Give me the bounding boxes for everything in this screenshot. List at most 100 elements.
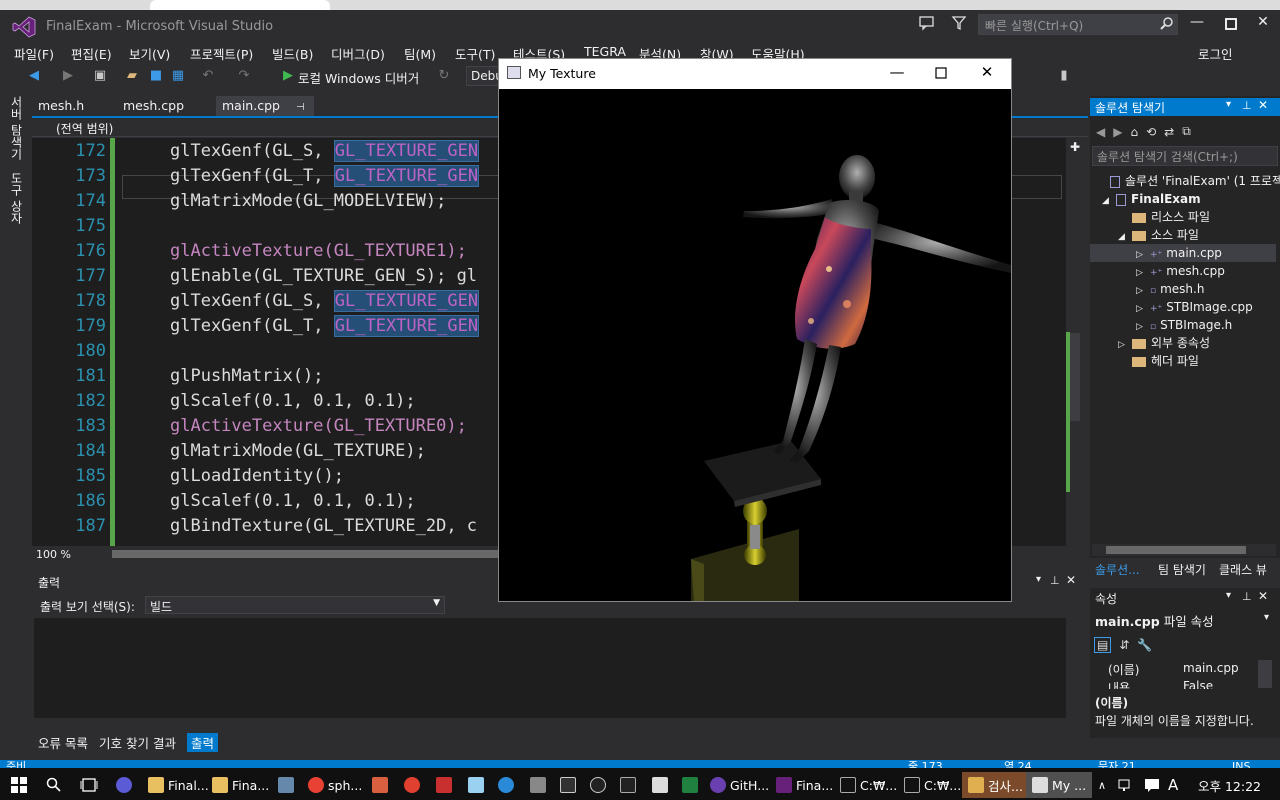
tree-file-mesh-cpp[interactable]: ▷ +⁺ mesh.cpp bbox=[1136, 262, 1225, 280]
task-view-icon[interactable] bbox=[80, 772, 98, 798]
tab-solution-explorer[interactable]: 솔루션... bbox=[1095, 561, 1140, 578]
tab-main-cpp[interactable]: main.cpp ⊣ ✕ bbox=[216, 96, 314, 128]
maximize-button[interactable] bbox=[1220, 14, 1242, 34]
tree-solution-node[interactable]: 솔루션 'FinalExam' (1 프로젝 bbox=[1096, 172, 1280, 190]
login-link[interactable]: 로그인 bbox=[1198, 44, 1233, 63]
taskbar-item-my-texture[interactable]: My ... bbox=[1026, 772, 1093, 798]
collapse-all-icon[interactable]: ⧉ bbox=[1182, 124, 1191, 139]
minimize-button[interactable]: — bbox=[1186, 14, 1208, 34]
sync-icon[interactable]: ⟲ bbox=[1146, 125, 1156, 139]
scope-select[interactable]: (전역 범위) bbox=[56, 120, 113, 137]
tree-folder-headers[interactable]: 헤더 파일 bbox=[1118, 352, 1199, 370]
expand-caret-icon[interactable]: ◢ bbox=[1102, 192, 1116, 210]
undo-icon[interactable]: ↶ bbox=[200, 68, 216, 84]
taskbar-item-cmd-2[interactable]: C:₩... bbox=[904, 772, 961, 798]
taskbar-item-inspect[interactable]: 검사... bbox=[962, 772, 1029, 798]
properties-scrollbar[interactable] bbox=[1258, 660, 1272, 688]
taskbar-item-chrome[interactable]: sph... bbox=[308, 772, 362, 798]
menu-debug[interactable]: 디버그(D) bbox=[331, 44, 385, 63]
texture-minimize-button[interactable]: — bbox=[882, 63, 912, 83]
pin-icon[interactable]: ⊥ bbox=[1242, 99, 1252, 112]
output-source-select[interactable]: 빌드 ▼ bbox=[145, 596, 445, 614]
forward-icon[interactable]: ▶ bbox=[60, 68, 76, 84]
se-horizontal-scrollbar[interactable] bbox=[1092, 544, 1276, 556]
cmd-icon[interactable] bbox=[620, 772, 636, 798]
app-notepad-icon[interactable] bbox=[468, 772, 484, 798]
taskbar-clock[interactable]: 오후 12:22 bbox=[1198, 776, 1261, 795]
pin-icon[interactable]: ⊥ bbox=[1242, 590, 1252, 603]
tree-file-main-cpp[interactable]: ▷ +⁺ main.cpp bbox=[1090, 244, 1276, 262]
excel-icon[interactable] bbox=[682, 772, 698, 798]
back-icon[interactable]: ◀ bbox=[1096, 125, 1105, 139]
menu-file[interactable]: 파일(F) bbox=[14, 44, 54, 63]
chevron-down-icon[interactable]: ▾ bbox=[1264, 612, 1269, 623]
editor-vertical-scrollbar[interactable]: ✚ bbox=[1066, 138, 1088, 546]
refresh-icon[interactable]: ⇄ bbox=[1164, 125, 1174, 139]
ie-icon[interactable] bbox=[498, 772, 514, 798]
network-icon[interactable] bbox=[1118, 772, 1134, 798]
pin-icon[interactable]: ⊣ bbox=[296, 102, 305, 113]
quick-launch-input[interactable]: 빠른 실행(Ctrl+Q) bbox=[978, 14, 1178, 35]
app-paint-icon[interactable] bbox=[372, 772, 388, 798]
filter-icon[interactable] bbox=[950, 14, 968, 32]
tree-project-node[interactable]: ◢ FinalExam bbox=[1102, 190, 1201, 208]
tab-team-explorer[interactable]: 팀 탐색기 bbox=[1158, 561, 1206, 578]
menu-project[interactable]: 프로젝트(P) bbox=[190, 44, 253, 63]
solution-search-input[interactable]: 솔루션 탐색기 검색(Ctrl+;) bbox=[1092, 146, 1278, 166]
se-scroll-thumb[interactable] bbox=[1106, 546, 1246, 554]
property-value[interactable]: main.cpp bbox=[1183, 661, 1239, 675]
feedback-icon[interactable] bbox=[918, 14, 936, 32]
taskbar-item-cmd-1[interactable]: C:₩... bbox=[840, 772, 897, 798]
tab-class-view[interactable]: 클래스 뷰 bbox=[1219, 561, 1267, 578]
properties-subject[interactable]: main.cpp 파일 속성 bbox=[1095, 611, 1214, 630]
toolbox-tab[interactable]: 도구 상자 bbox=[8, 172, 25, 224]
alphabetical-icon[interactable]: ⇵ bbox=[1119, 638, 1129, 652]
horizontal-scroll-thumb[interactable] bbox=[112, 550, 502, 558]
tree-file-stbimage-cpp[interactable]: ▷ +⁺ STBImage.cpp bbox=[1136, 298, 1253, 316]
texture-close-button[interactable]: ✕ bbox=[972, 63, 1002, 83]
tab-mesh-h[interactable]: mesh.h bbox=[32, 96, 90, 116]
refresh-icon[interactable]: ↻ bbox=[436, 68, 452, 84]
pin-output-icon[interactable]: ⊥ bbox=[1050, 574, 1060, 587]
tray-expand-icon[interactable]: ∧ bbox=[1098, 772, 1106, 798]
app-pin-icon[interactable] bbox=[278, 772, 294, 798]
menu-team[interactable]: 팀(M) bbox=[404, 44, 436, 63]
home-icon[interactable]: ⌂ bbox=[1130, 125, 1138, 139]
tree-file-stbimage-h[interactable]: ▷ ▫ STBImage.h bbox=[1136, 316, 1232, 334]
render-viewport[interactable] bbox=[499, 89, 1011, 601]
save-icon[interactable]: ■ bbox=[148, 68, 164, 84]
forward-icon[interactable]: ▶ bbox=[1113, 125, 1122, 139]
new-project-icon[interactable]: ▣ bbox=[92, 68, 108, 84]
app-vs-icon[interactable] bbox=[530, 772, 546, 798]
dropdown-icon[interactable]: ▾ bbox=[1226, 99, 1231, 110]
taskbar-item-explorer-2[interactable]: Fina... bbox=[212, 772, 269, 798]
start-button[interactable] bbox=[10, 772, 28, 798]
search-icon[interactable] bbox=[1160, 16, 1174, 30]
tree-file-mesh-h[interactable]: ▷ ▫ mesh.h bbox=[1136, 280, 1204, 298]
taskbar-item-explorer-1[interactable]: Final... bbox=[148, 772, 209, 798]
bookmark-icon[interactable]: ▮ bbox=[1056, 68, 1072, 84]
menu-view[interactable]: 보기(V) bbox=[129, 44, 170, 63]
ime-indicator[interactable]: A bbox=[1168, 772, 1178, 798]
start-debug-icon[interactable]: ▶ bbox=[280, 68, 296, 84]
browser-tab[interactable] bbox=[150, 0, 330, 10]
taskbar-item-visual-studio[interactable]: Fina... bbox=[776, 772, 833, 798]
output-text-area[interactable] bbox=[34, 618, 1066, 718]
app-edit-icon[interactable] bbox=[652, 772, 668, 798]
close-icon[interactable]: ✕ bbox=[1258, 589, 1268, 603]
zoom-select[interactable]: 100 % bbox=[36, 548, 71, 561]
tab-mesh-cpp[interactable]: mesh.cpp bbox=[117, 96, 190, 116]
redo-icon[interactable]: ↷ bbox=[236, 68, 252, 84]
server-explorer-tab[interactable]: 서버 탐색기 bbox=[8, 96, 25, 160]
dropdown-icon[interactable]: ▾ bbox=[1226, 590, 1231, 601]
taskbar-item-github[interactable]: GitH... bbox=[710, 772, 769, 798]
output-horizontal-scrollbar[interactable] bbox=[34, 718, 1066, 730]
property-pages-icon[interactable]: 🔧 bbox=[1137, 638, 1152, 652]
open-icon[interactable]: ▰ bbox=[124, 68, 140, 84]
app-epic-icon[interactable] bbox=[560, 772, 576, 798]
save-all-icon[interactable]: ▦ bbox=[170, 68, 186, 84]
tab-find-symbol-results[interactable]: 기호 찾기 결과 bbox=[99, 733, 176, 752]
menu-tools[interactable]: 도구(T) bbox=[455, 44, 495, 63]
menu-tegra[interactable]: TEGRA bbox=[584, 44, 626, 59]
search-icon[interactable] bbox=[46, 772, 62, 798]
